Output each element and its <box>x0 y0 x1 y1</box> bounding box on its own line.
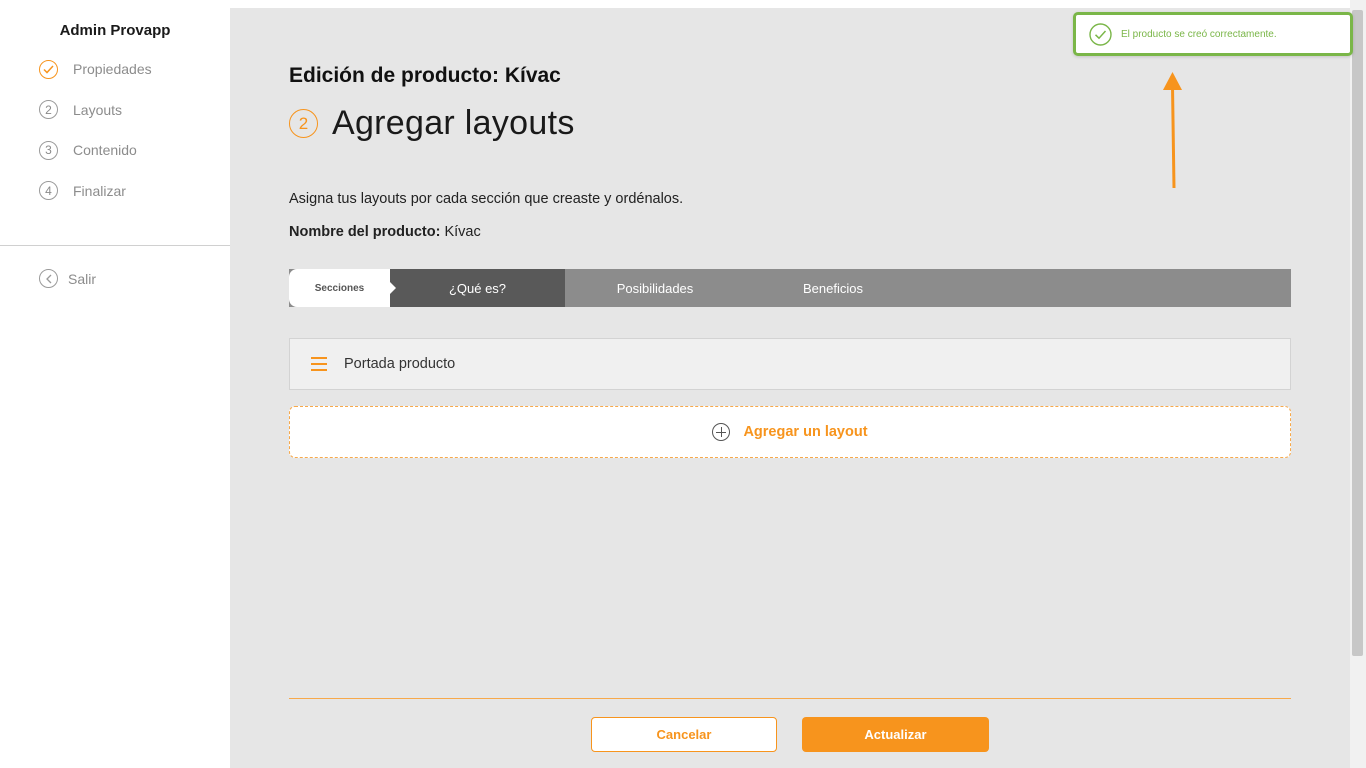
product-name: Nombre del producto: Kívac <box>289 224 481 240</box>
scrollbar-thumb[interactable] <box>1352 10 1363 656</box>
step-number-badge: 2 <box>39 100 58 119</box>
exit-label: Salir <box>68 270 97 287</box>
tab-que-es[interactable]: ¿Qué es? <box>390 269 565 307</box>
step-label: Layouts <box>73 101 123 118</box>
top-strip <box>230 0 1366 8</box>
check-circle-icon <box>1089 22 1112 46</box>
chevron-left-icon <box>39 269 58 288</box>
product-name-value: Kívac <box>444 224 481 240</box>
step-label: Propiedades <box>73 61 152 77</box>
layout-item[interactable]: Portada producto <box>289 338 1291 390</box>
step-heading: 2 Agregar layouts <box>289 104 575 143</box>
section-tabs: Secciones ¿Qué es? Posibilidades Benefic… <box>289 269 1291 307</box>
layout-name: Portada producto <box>344 356 456 372</box>
toast-message: El producto se creó correctamente. <box>1121 28 1277 40</box>
step-number-badge: 3 <box>39 140 58 160</box>
page-title: Edición de producto: Kívac <box>289 64 561 87</box>
add-layout-button[interactable]: Agregar un layout <box>289 406 1291 458</box>
footer-divider <box>289 698 1291 699</box>
cancel-button[interactable]: Cancelar <box>591 717 777 752</box>
exit-button[interactable]: Salir <box>39 269 96 288</box>
step-list: Propiedades 2 Layouts 3 Contenido 4 Fina… <box>39 59 152 221</box>
step-label: Finalizar <box>73 182 126 199</box>
success-toast: El producto se creó correctamente. <box>1073 12 1353 56</box>
step-number-badge: 4 <box>39 181 58 200</box>
checkmark-icon <box>39 59 58 79</box>
step-label: Contenido <box>73 142 137 158</box>
page-description: Asigna tus layouts por cada sección que … <box>289 191 684 207</box>
tab-posibilidades[interactable]: Posibilidades <box>565 269 745 307</box>
step-item-layouts[interactable]: 2 Layouts <box>39 100 152 120</box>
app-title: Admin Provapp <box>59 22 171 39</box>
step-item-propiedades[interactable]: Propiedades <box>39 59 152 79</box>
tab-beneficios[interactable]: Beneficios <box>745 269 921 307</box>
add-layout-label: Agregar un layout <box>743 424 868 440</box>
tab-sections-label: Secciones <box>289 269 396 307</box>
drag-handle-icon[interactable] <box>311 357 327 371</box>
product-name-label: Nombre del producto: <box>289 224 441 240</box>
step-number-badge: 2 <box>289 109 318 138</box>
plus-circle-icon <box>712 423 731 441</box>
arrow-up-annotation-icon <box>1163 72 1182 189</box>
step-item-contenido[interactable]: 3 Contenido <box>39 140 152 160</box>
sidebar: Admin Provapp Propiedades 2 Layouts 3 Co… <box>0 0 230 768</box>
update-button[interactable]: Actualizar <box>802 717 989 752</box>
sidebar-divider <box>0 245 230 246</box>
step-item-finalizar[interactable]: 4 Finalizar <box>39 181 152 201</box>
step-heading-text: Agregar layouts <box>332 104 575 142</box>
